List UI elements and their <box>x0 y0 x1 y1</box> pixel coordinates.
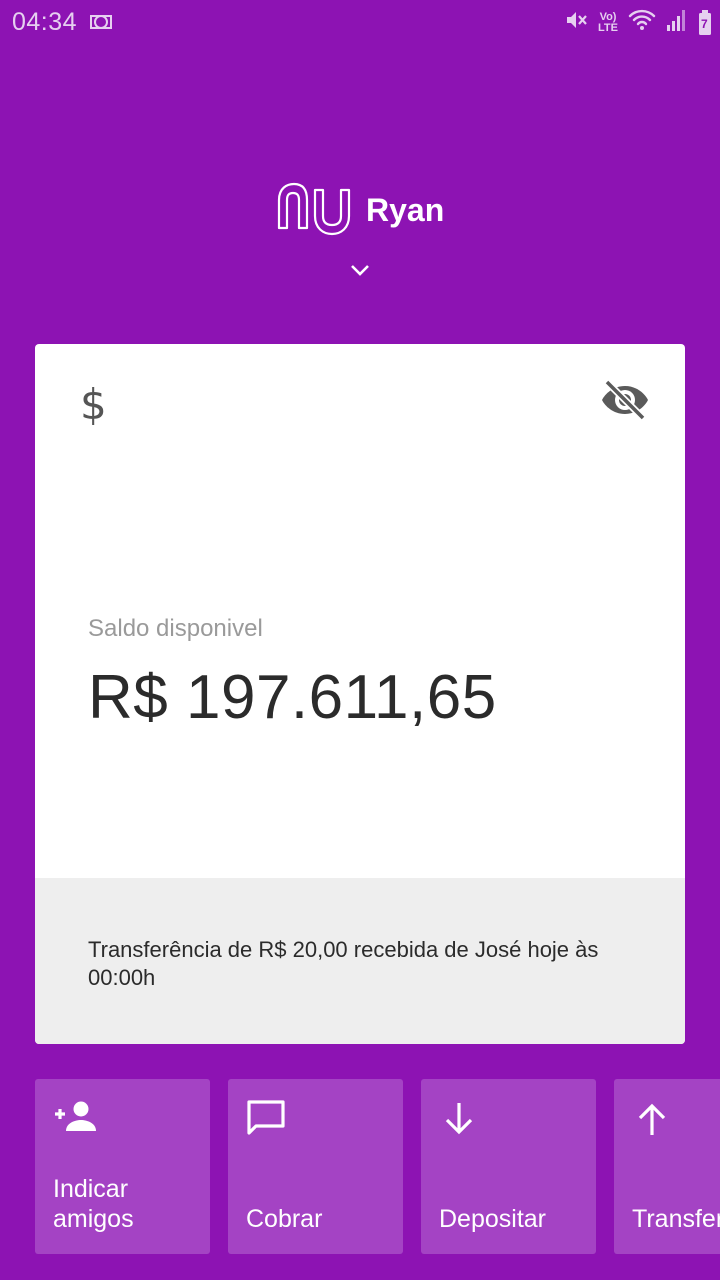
balance-value: R$ 197.611,65 <box>88 663 497 732</box>
transfer-notice: Transferência de R$ 20,00 recebida de Jo… <box>88 937 599 990</box>
battery-level: 7 <box>701 16 708 31</box>
eye-off-icon[interactable] <box>601 379 649 425</box>
wifi-icon <box>628 8 656 37</box>
add-person-icon <box>53 1099 97 1140</box>
shortcut-label: Cobrar <box>246 1205 323 1233</box>
deposit-button[interactable]: Depositar <box>421 1079 596 1254</box>
account-name: Ryan <box>366 192 445 228</box>
mute-icon <box>564 8 588 37</box>
shortcut-label: Indicar amigos <box>53 1175 134 1233</box>
link-icon <box>88 12 114 37</box>
signal-icon <box>666 8 688 37</box>
volte-bottom-label: LTE <box>598 21 618 34</box>
shortcut-bar: Indicar amigos Cobrar Depositar Transfer… <box>35 1079 720 1254</box>
volte-icon: Vo) LTE <box>598 10 618 34</box>
status-icons: Vo) LTE 7 <box>564 8 712 37</box>
arrow-down-icon <box>439 1099 479 1144</box>
nu-logo-icon <box>277 182 351 243</box>
account-card[interactable]: $ Saldo disponivel R$ 197.611,65 Transfe… <box>35 344 685 1044</box>
chat-icon <box>246 1099 286 1142</box>
refer-friends-button[interactable]: Indicar amigos <box>35 1079 210 1254</box>
transfer-button[interactable]: Transferir <box>614 1079 720 1254</box>
chevron-down-icon[interactable] <box>349 262 371 283</box>
status-bar: 04:34 Vo) LTE 7 <box>0 0 720 44</box>
app-screen: 04:34 Vo) LTE 7 Ryan $ Saldo disponivel … <box>0 0 720 1280</box>
battery-icon: 7 <box>698 9 712 36</box>
charge-button[interactable]: Cobrar <box>228 1079 403 1254</box>
shortcut-label: Depositar <box>439 1205 546 1233</box>
balance-label: Saldo disponivel <box>88 615 263 642</box>
card-footer[interactable]: Transferência de R$ 20,00 recebida de Jo… <box>35 878 685 1044</box>
shortcut-label: Transferir <box>632 1205 720 1233</box>
volte-top-label: Vo) <box>599 10 617 23</box>
account-header[interactable]: Ryan <box>0 180 720 240</box>
dollar-icon: $ <box>80 380 107 429</box>
status-time: 04:34 <box>12 8 78 36</box>
arrow-up-icon <box>632 1099 672 1144</box>
